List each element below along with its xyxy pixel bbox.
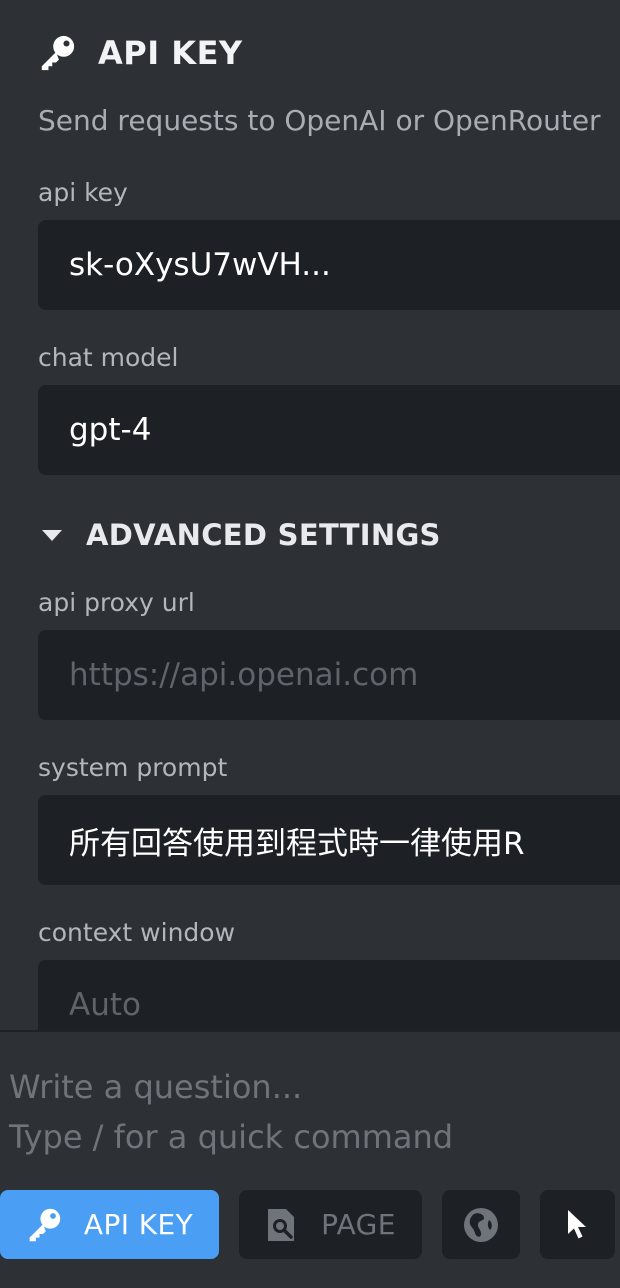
- context-window-label: context window: [38, 918, 236, 947]
- chat-model-label: chat model: [38, 343, 179, 372]
- api-proxy-url-label: api proxy url: [38, 588, 195, 617]
- advanced-settings-toggle[interactable]: ADVANCED SETTINGS: [38, 514, 441, 556]
- api-key-label: api key: [38, 178, 128, 207]
- settings-panel: API KEY Send requests to OpenAI or OpenR…: [0, 0, 620, 1030]
- cursor-icon: [567, 1209, 586, 1238]
- select-element-button[interactable]: [540, 1190, 615, 1259]
- api-key-button-label: API KEY: [83, 1208, 194, 1241]
- context-window-input[interactable]: Auto: [38, 960, 620, 1030]
- chat-model-select[interactable]: gpt-4: [38, 385, 620, 475]
- composer-placeholder-line1: Write a question...: [9, 1068, 303, 1106]
- caret-down-icon: [42, 530, 62, 541]
- section-title: API KEY: [98, 34, 243, 72]
- section-description: Send requests to OpenAI or OpenRouter: [38, 104, 601, 137]
- composer-placeholder-line2: Type / for a quick command: [9, 1118, 454, 1156]
- api-proxy-url-input[interactable]: https://api.openai.com: [38, 630, 620, 720]
- system-prompt-input[interactable]: 所有回答使用到程式時一律使用R: [38, 795, 620, 885]
- page-button-label: PAGE: [321, 1208, 396, 1241]
- api-key-button[interactable]: API KEY: [0, 1190, 219, 1259]
- globe-icon: [464, 1207, 498, 1242]
- page-search-icon: [268, 1208, 295, 1241]
- key-icon: [41, 35, 75, 71]
- api-key-section-header: API KEY: [38, 30, 243, 76]
- web-button[interactable]: [442, 1190, 520, 1259]
- api-key-input[interactable]: sk-oXysU7wVH...: [38, 220, 620, 310]
- page-button[interactable]: PAGE: [239, 1190, 422, 1259]
- system-prompt-label: system prompt: [38, 753, 228, 782]
- key-icon: [29, 1208, 61, 1241]
- advanced-settings-title: ADVANCED SETTINGS: [86, 518, 441, 552]
